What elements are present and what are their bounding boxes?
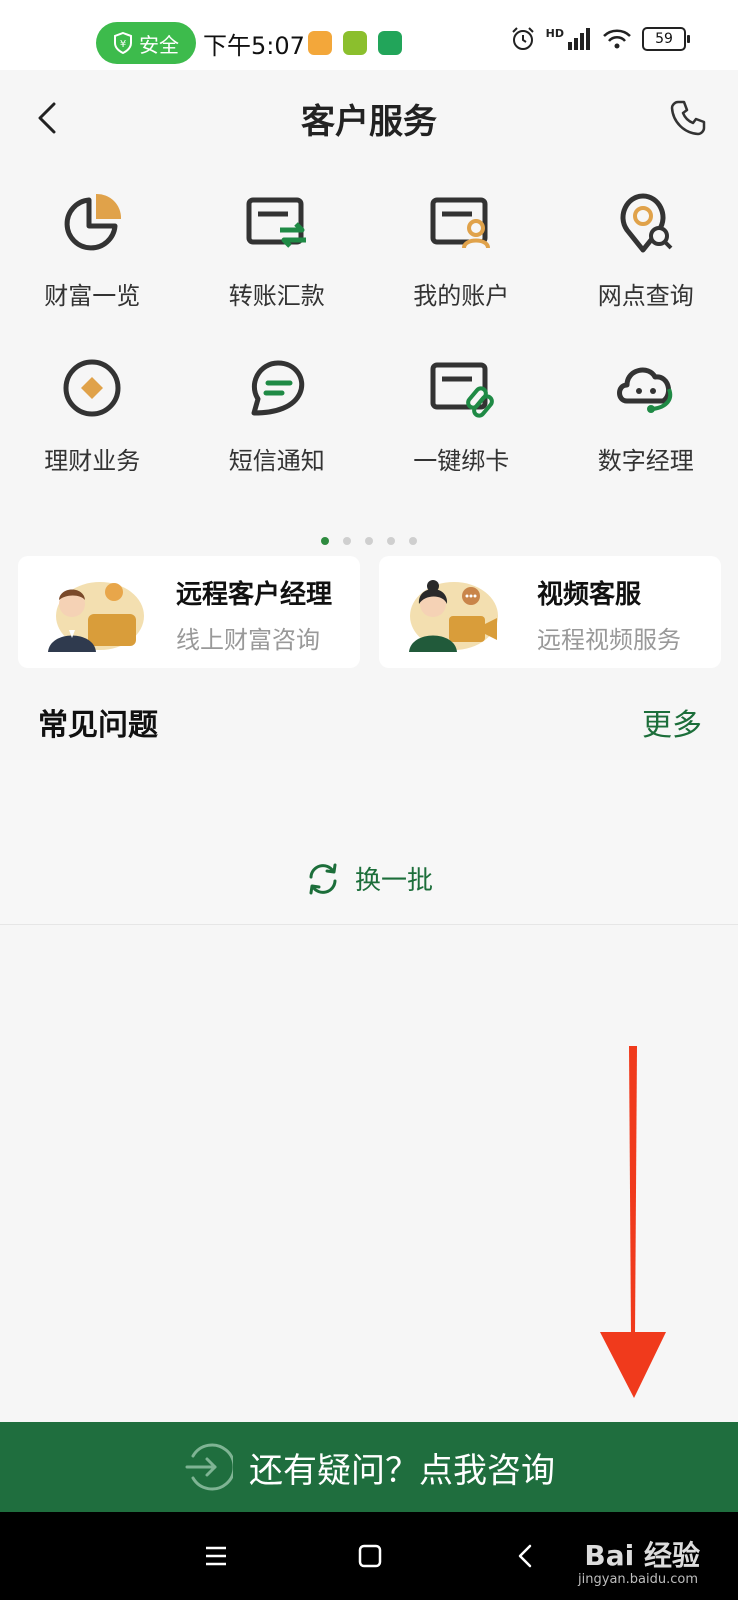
faq-panel: 换一批 (0, 760, 738, 925)
menu-icon[interactable] (200, 1540, 232, 1572)
enter-arrow-icon (185, 1443, 233, 1491)
page-header: 客户服务 (0, 70, 738, 166)
annotation-arrow (600, 1046, 666, 1398)
battery-level: 59 (655, 31, 673, 47)
refresh-button[interactable]: 换一批 (0, 860, 738, 897)
back-icon[interactable] (510, 1540, 542, 1572)
grid-item-sms[interactable]: 短信通知 (185, 351, 370, 516)
page-title: 客户服务 (301, 102, 437, 142)
watermark-url: jingyan.baidu.com (578, 1572, 698, 1587)
page-dot (343, 537, 351, 545)
account-card-icon (430, 197, 491, 249)
grid-item-transfer[interactable]: 转账汇款 (185, 186, 370, 351)
card-subtitle: 远程视频服务 (537, 626, 681, 654)
grid-label: 我的账户 (413, 282, 510, 310)
video-service-illustration (409, 580, 498, 652)
refresh-icon (309, 863, 337, 894)
grid-item-bind-card[interactable]: 一键绑卡 (369, 351, 554, 516)
message-bubble-icon (251, 360, 304, 416)
grid-item-branch[interactable]: 网点查询 (554, 186, 738, 351)
grid-item-digital-manager[interactable]: 数字经理 (554, 351, 738, 516)
page-dot-active (321, 537, 329, 545)
service-grid: 财富一览 转账汇款 我的账户 网点查询 理财业务 短信通知 一键绑卡 数字经理 (0, 186, 738, 516)
card-title: 视频客服 (537, 580, 642, 610)
grid-label: 一键绑卡 (413, 447, 510, 475)
phone-icon[interactable] (668, 98, 708, 138)
leaf-app-icon (343, 31, 367, 55)
grid-label: 短信通知 (228, 447, 325, 475)
link-card-icon (430, 362, 495, 418)
notes-app-icon (308, 31, 332, 55)
grid-row: 理财业务 短信通知 一键绑卡 数字经理 (0, 351, 738, 516)
video-service-card[interactable]: 视频客服 远程视频服务 (379, 556, 721, 668)
alarm-icon (511, 27, 534, 50)
battery-indicator: 59 (642, 27, 690, 51)
faq-more-link[interactable]: 更多 (642, 700, 702, 744)
grid-label: 数字经理 (597, 447, 694, 475)
faq-title: 常见问题 (38, 708, 158, 743)
grid-item-account[interactable]: 我的账户 (369, 186, 554, 351)
card-subtitle: 线上财富咨询 (176, 626, 320, 654)
grid-item-wealth[interactable]: 财富一览 (0, 186, 185, 351)
diamond-circle-icon (63, 359, 121, 417)
status-time: 下午5:07 (203, 32, 305, 60)
location-search-icon (620, 193, 673, 253)
baidu-watermark: Bai 经验 (584, 1539, 700, 1572)
page-dot (387, 537, 395, 545)
call-app-icon (378, 31, 402, 55)
safe-label: 安全 (139, 32, 179, 57)
status-bar: ¥ 安全 下午5:07 HD 59 (0, 0, 738, 70)
signal-hd-label: HD (545, 26, 564, 40)
grid-label: 财富一览 (44, 282, 141, 310)
page-dot (409, 537, 417, 545)
grid-label: 网点查询 (597, 282, 694, 310)
consult-label: 还有疑问？点我咨询 (249, 1450, 555, 1491)
page-indicator (0, 537, 738, 545)
page-dot (365, 537, 373, 545)
system-nav-bar: Bai 经验 jingyan.baidu.com (0, 1512, 738, 1600)
cloud-assistant-icon (616, 367, 672, 413)
wifi-icon (603, 29, 631, 49)
grid-row: 财富一览 转账汇款 我的账户 网点查询 (0, 186, 738, 351)
status-right: HD 59 (510, 26, 690, 52)
refresh-label: 换一批 (354, 866, 433, 896)
signal-icon (568, 28, 590, 50)
card-title: 远程客户经理 (176, 580, 333, 610)
grid-item-finance[interactable]: 理财业务 (0, 351, 185, 516)
remote-manager-card[interactable]: 远程客户经理 线上财富咨询 (18, 556, 360, 668)
home-icon[interactable] (354, 1540, 386, 1572)
shield-icon: ¥ (114, 32, 132, 54)
remote-manager-illustration (48, 582, 144, 652)
safe-badge: ¥ 安全 (96, 22, 196, 64)
svg-text:¥: ¥ (120, 39, 126, 50)
transfer-card-icon (246, 197, 306, 248)
pie-chart-icon (64, 193, 122, 251)
grid-label: 转账汇款 (228, 282, 325, 310)
grid-label: 理财业务 (44, 447, 141, 475)
consult-button[interactable]: 还有疑问？点我咨询 (0, 1422, 738, 1512)
